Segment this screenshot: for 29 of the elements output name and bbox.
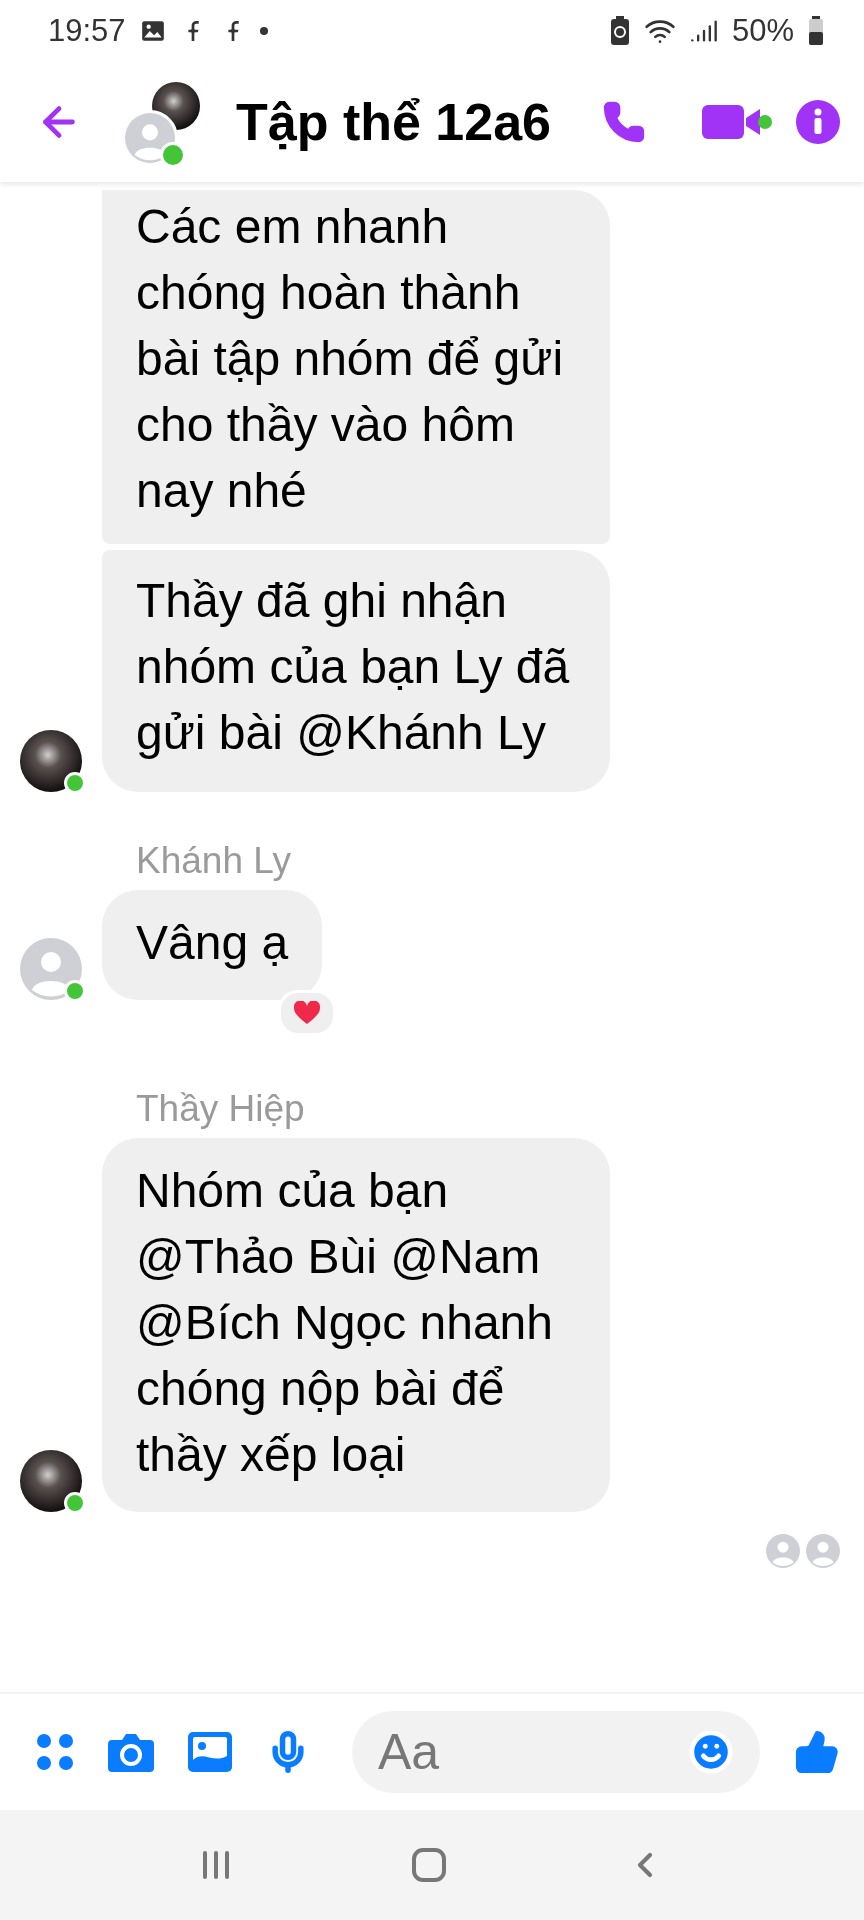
seen-avatar bbox=[806, 1534, 840, 1568]
phone-button[interactable] bbox=[602, 100, 646, 144]
message-bubble: Các em nhanh chóng hoàn thành bài tập nhóm để gửi cho thầy vào hôm nay nhé bbox=[102, 190, 610, 544]
avatar bbox=[20, 1450, 82, 1512]
camera-button[interactable] bbox=[108, 1732, 154, 1772]
message-bubble: Vâng ạ bbox=[102, 890, 323, 1000]
message-bubble: Thầy đã ghi nhận nhóm của bạn Ly đã gửi bài @Khánh Ly bbox=[102, 550, 610, 792]
heart-icon bbox=[294, 1001, 320, 1025]
battery-icon bbox=[808, 16, 824, 46]
avatar bbox=[20, 730, 82, 792]
apps-button[interactable] bbox=[36, 1733, 74, 1771]
message-input[interactable]: Aa bbox=[352, 1711, 760, 1793]
message-bubble: Nhóm của bạn @Thảo Bùi @Nam @Bích Ngọc nhanh chóng nộp bài để thầy xếp loại bbox=[102, 1138, 610, 1512]
info-button[interactable] bbox=[796, 100, 840, 144]
video-call-button[interactable] bbox=[702, 105, 772, 139]
sender-name: Thầy Hiệp bbox=[136, 1088, 306, 1130]
dot-icon bbox=[259, 27, 268, 35]
avatar bbox=[20, 938, 82, 1000]
emoji-button[interactable] bbox=[688, 1729, 734, 1775]
seen-avatar bbox=[766, 1534, 800, 1568]
sender-name: Khánh Ly bbox=[136, 840, 292, 882]
home-button[interactable] bbox=[411, 1847, 447, 1883]
gallery-icon bbox=[139, 18, 166, 44]
battery-percent: 50% bbox=[731, 13, 794, 49]
battery-saver-icon bbox=[609, 16, 630, 46]
gallery-button[interactable] bbox=[188, 1732, 232, 1772]
like-button[interactable] bbox=[794, 1729, 840, 1775]
chat-title: Tập thể 12a6 bbox=[236, 92, 552, 152]
clock: 19:57 bbox=[48, 13, 126, 49]
